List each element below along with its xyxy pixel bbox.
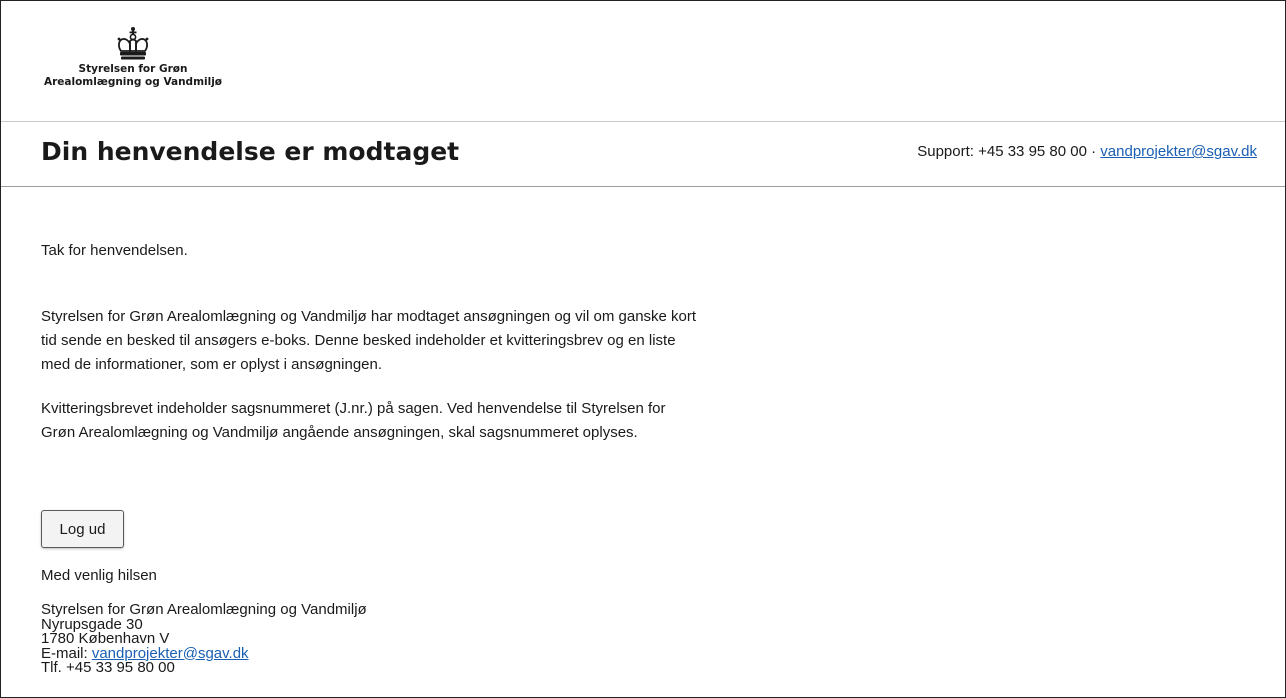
support-phone-text: Support: +45 33 95 80 00 · [917,143,1101,160]
support-email-link[interactable]: vandprojekter@sgav.dk [1100,143,1257,160]
page-frame: Styrelsen for Grøn Arealomlægning og Van… [0,0,1286,698]
logo-text-line1: Styrelsen for Grøn [78,63,188,75]
crown-icon [117,27,149,60]
logout-button[interactable]: Log ud [41,510,124,548]
thanks-text: Tak for henvendelsen. [41,242,188,259]
page-title: Din henvendelse er modtaget [41,137,460,166]
greeting-text: Med venlig hilsen [41,567,157,584]
logo-text-line2: Arealomlægning og Vandmiljø [43,76,223,88]
case-number-paragraph: Kvitteringsbrevet indeholder sagsnummere… [41,400,666,441]
title-bar: Din henvendelse er modtaget Support: +45… [1,122,1285,187]
address-block: Styrelsen for Grøn Arealomlægning og Van… [41,602,367,676]
address-phone: Tlf. +45 33 95 80 00 [41,659,175,676]
logo-bar: Styrelsen for Grøn Arealomlægning og Van… [1,1,1285,122]
confirmation-paragraph: Styrelsen for Grøn Arealomlægning og Van… [41,308,697,373]
support-info: Support: +45 33 95 80 00 · vandprojekter… [917,143,1257,160]
agency-logo[interactable]: Styrelsen for Grøn Arealomlægning og Van… [35,25,231,89]
